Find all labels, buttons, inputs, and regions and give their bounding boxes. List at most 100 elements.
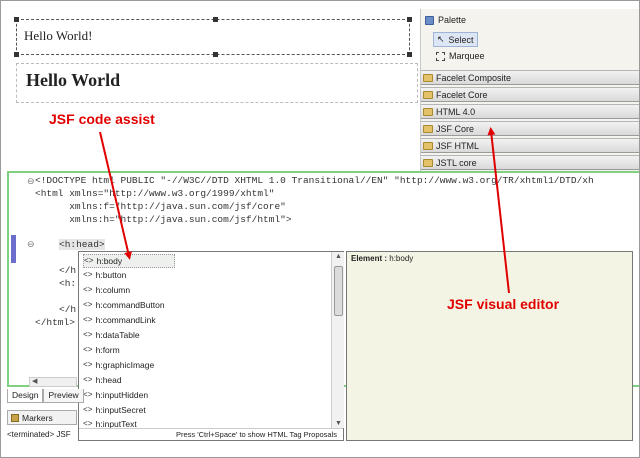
ide-window: Hello World! Hello World Palette ↖ Selec…: [0, 0, 640, 458]
heading-block[interactable]: Hello World: [16, 63, 418, 103]
tag-icon: <>: [83, 360, 93, 370]
code-line-html: <html xmlns="http://www.w3.org/1999/xhtm…: [35, 188, 275, 199]
proposal-label: h:body: [96, 256, 123, 266]
proposal-item[interactable]: <> h:dataTable: [83, 328, 175, 342]
resize-handle[interactable]: [14, 52, 19, 57]
markers-icon: [11, 413, 19, 422]
assist-status-text: Press 'Ctrl+Space' to show HTML Tag Prop…: [79, 428, 343, 441]
doc-element-line: Element : h:body: [351, 254, 413, 263]
proposal-item[interactable]: <> h:column: [83, 283, 175, 297]
proposal-scrollbar[interactable]: ▲ ▼: [331, 252, 344, 428]
code-line-doctype: <!DOCTYPE html PUBLIC "-//W3C//DTD XHTML…: [35, 175, 594, 186]
tab-design[interactable]: Design: [7, 389, 44, 403]
proposal-item[interactable]: <> h:inputText: [83, 417, 175, 428]
tag-icon: <>: [83, 375, 93, 385]
tag-icon: <>: [83, 285, 93, 295]
scroll-down-icon[interactable]: ▼: [335, 420, 342, 427]
fold-toggle-icon[interactable]: ⊖: [27, 176, 35, 187]
hello-world-heading: Hello World: [26, 70, 121, 90]
code-line-close-html: </html>: [35, 317, 75, 328]
palette-panel: Palette ↖ Select Marquee Facelet Composi…: [420, 9, 639, 171]
proposal-label: h:inputSecret: [95, 405, 146, 415]
drawer-label: Facelet Composite: [436, 72, 512, 83]
resize-handle[interactable]: [407, 17, 412, 22]
palette-drawer-facelet-core[interactable]: Facelet Core: [421, 87, 639, 102]
tag-icon: <>: [83, 270, 93, 280]
palette-tool-select[interactable]: ↖ Select: [433, 32, 478, 47]
horizontal-scrollbar[interactable]: ◀: [29, 377, 77, 387]
proposal-item[interactable]: <> h:graphicImage: [83, 358, 175, 372]
code-line-close-2: </h: [59, 304, 77, 315]
doc-value: h:body: [389, 254, 414, 263]
proposal-item[interactable]: <> h:form: [83, 343, 175, 357]
code-line-head: <h:head>: [59, 239, 105, 250]
tag-icon: <>: [83, 345, 93, 355]
content-assist-popup[interactable]: <> h:body <> h:button <> h:column <> h:comma…: [78, 251, 344, 441]
folder-icon: [423, 158, 433, 167]
proposal-label: h:commandButton: [95, 300, 165, 310]
palette-tool-marquee[interactable]: Marquee: [433, 50, 488, 62]
folder-icon: [423, 141, 433, 150]
proposal-item[interactable]: <> h:commandLink: [83, 313, 175, 327]
visual-design-pane[interactable]: Hello World! Hello World: [7, 9, 418, 159]
drawer-label: JSF HTML: [436, 140, 480, 151]
fold-toggle-icon[interactable]: ⊖: [27, 239, 35, 250]
folder-icon: [423, 107, 433, 116]
doc-label: Element :: [351, 254, 388, 263]
resize-handle[interactable]: [213, 52, 218, 57]
tag-icon: <>: [83, 390, 93, 400]
proposal-label: h:inputHidden: [95, 390, 149, 400]
scroll-thumb[interactable]: [334, 266, 343, 316]
hello-world-box-text: Hello World!: [24, 28, 93, 43]
palette-icon: [425, 15, 434, 25]
annotation-jsf-visual-editor: JSF visual editor: [447, 296, 560, 312]
console-status: <terminated> JSF: [7, 430, 71, 439]
code-line-close-1: </h: [59, 265, 77, 276]
palette-drawer-facelet-composite[interactable]: Facelet Composite: [421, 70, 639, 85]
proposal-label: h:form: [95, 345, 120, 355]
resize-handle[interactable]: [407, 52, 412, 57]
folder-icon: [423, 90, 433, 99]
palette-drawer-html-4[interactable]: HTML 4.0: [421, 104, 639, 119]
proposal-item[interactable]: <> h:head: [83, 373, 175, 387]
drawer-label: JSF Core: [436, 123, 475, 134]
tag-icon: <>: [84, 256, 94, 266]
tag-icon: <>: [83, 315, 93, 325]
change-ruler-mark: [11, 235, 16, 263]
proposal-item[interactable]: <> h:commandButton: [83, 298, 175, 312]
palette-drawer-jsf-html[interactable]: JSF HTML: [421, 138, 639, 153]
drawer-label: Facelet Core: [436, 89, 488, 100]
proposal-label: h:button: [95, 270, 127, 280]
palette-drawer-jsf-core[interactable]: JSF Core: [421, 121, 639, 136]
code-line-xmlns-f: xmlns:f="http://java.sun.com/jsf/core": [35, 201, 286, 212]
drawer-label: JSTL core: [436, 157, 477, 168]
proposal-label: h:commandLink: [95, 315, 156, 325]
palette-title: Palette: [438, 15, 467, 25]
palette-drawer-jstl-core[interactable]: JSTL core: [421, 155, 639, 170]
proposal-item[interactable]: <> h:inputSecret: [83, 403, 175, 417]
proposal-label: h:graphicImage: [95, 360, 155, 370]
marquee-icon: [436, 51, 445, 61]
proposal-list[interactable]: <> h:body <> h:button <> h:column <> h:comma…: [79, 252, 331, 428]
proposal-item[interactable]: <> h:body: [83, 254, 175, 268]
code-line-open: <h:: [59, 278, 77, 289]
proposal-label: h:dataTable: [95, 330, 140, 340]
tab-preview[interactable]: Preview: [43, 389, 84, 403]
selected-text-box[interactable]: Hello World!: [14, 17, 412, 57]
tag-icon: <>: [83, 405, 93, 415]
annotation-jsf-code-assist: JSF code assist: [49, 111, 155, 127]
arrow-cursor-icon: ↖: [437, 34, 445, 44]
proposal-item[interactable]: <> h:button: [83, 268, 175, 282]
folder-icon: [423, 73, 433, 82]
folder-icon: [423, 124, 433, 133]
resize-handle[interactable]: [213, 17, 218, 22]
scroll-up-icon[interactable]: ▲: [335, 253, 342, 260]
markers-tab[interactable]: Markers: [7, 410, 77, 425]
proposal-label: h:head: [95, 375, 122, 385]
proposal-item[interactable]: <> h:inputHidden: [83, 388, 175, 402]
proposal-label: h:column: [95, 285, 131, 295]
element-doc-popup: Element : h:body: [346, 251, 633, 441]
palette-tool-label: Marquee: [449, 51, 485, 61]
resize-handle[interactable]: [14, 17, 19, 22]
drawer-label: HTML 4.0: [436, 106, 476, 117]
